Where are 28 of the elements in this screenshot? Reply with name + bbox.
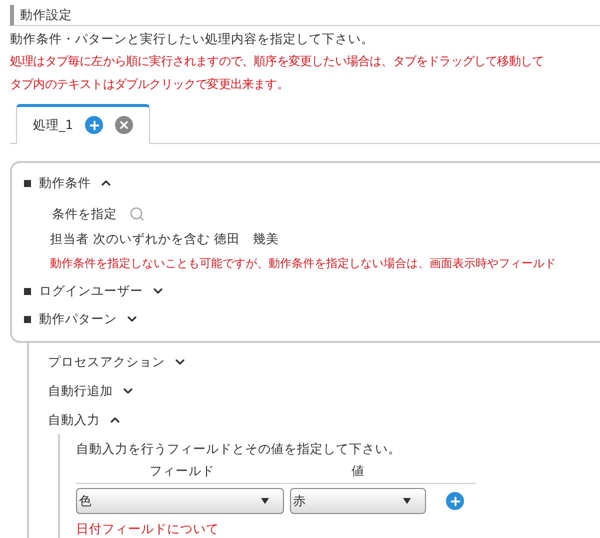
action-label[interactable]: 自動入力 [48, 410, 100, 430]
dropdown-icon [261, 498, 269, 504]
condition-text: 担当者 次のいずれかを含む 徳田 幾美 [50, 230, 280, 248]
square-bullet-icon [24, 288, 31, 294]
value-select[interactable]: 赤 [290, 488, 426, 514]
add-icon[interactable] [85, 116, 104, 134]
add-icon[interactable] [446, 492, 464, 510]
column-header: フィールド [148, 462, 216, 480]
column-header: 値 [350, 462, 366, 480]
section-label[interactable]: 動作条件 [39, 174, 91, 192]
field-select[interactable]: 色 [76, 488, 284, 514]
square-bullet-icon [24, 316, 31, 322]
section-label[interactable]: 動作パターン [39, 310, 117, 328]
square-bullet-icon [24, 180, 31, 186]
dropdown-icon [403, 498, 411, 504]
note-text: タブ内のテキストはダブルクリックで変更出来ます。 [10, 76, 290, 93]
section-label[interactable]: ログインユーザー [39, 282, 143, 300]
section-header: 動作設定 [10, 5, 600, 26]
tab[interactable]: 処理_1 [16, 104, 150, 144]
warning-text: 動作条件を指定しないことも可能ですが、動作条件を指定しない場合は、画面表示時やフィールド [50, 255, 557, 272]
close-icon[interactable] [115, 116, 134, 134]
condition-label: 条件を指定 [52, 204, 117, 223]
note-text: 処理はタブ毎に左から順に実行されますので、順序を変更したい場合は、タブをドラッグして移動して [10, 53, 545, 70]
action-label[interactable]: プロセスアクション [48, 352, 165, 372]
description-text: 動作条件・パターンと実行したい処理内容を指定して下さい。 [10, 30, 375, 48]
action-label[interactable]: 自動行追加 [48, 382, 113, 400]
instruction-text: 自動入力を行うフィールドとその値を指定して下さい。 [76, 440, 402, 458]
note-text: 日付フィールドについて [76, 520, 220, 538]
